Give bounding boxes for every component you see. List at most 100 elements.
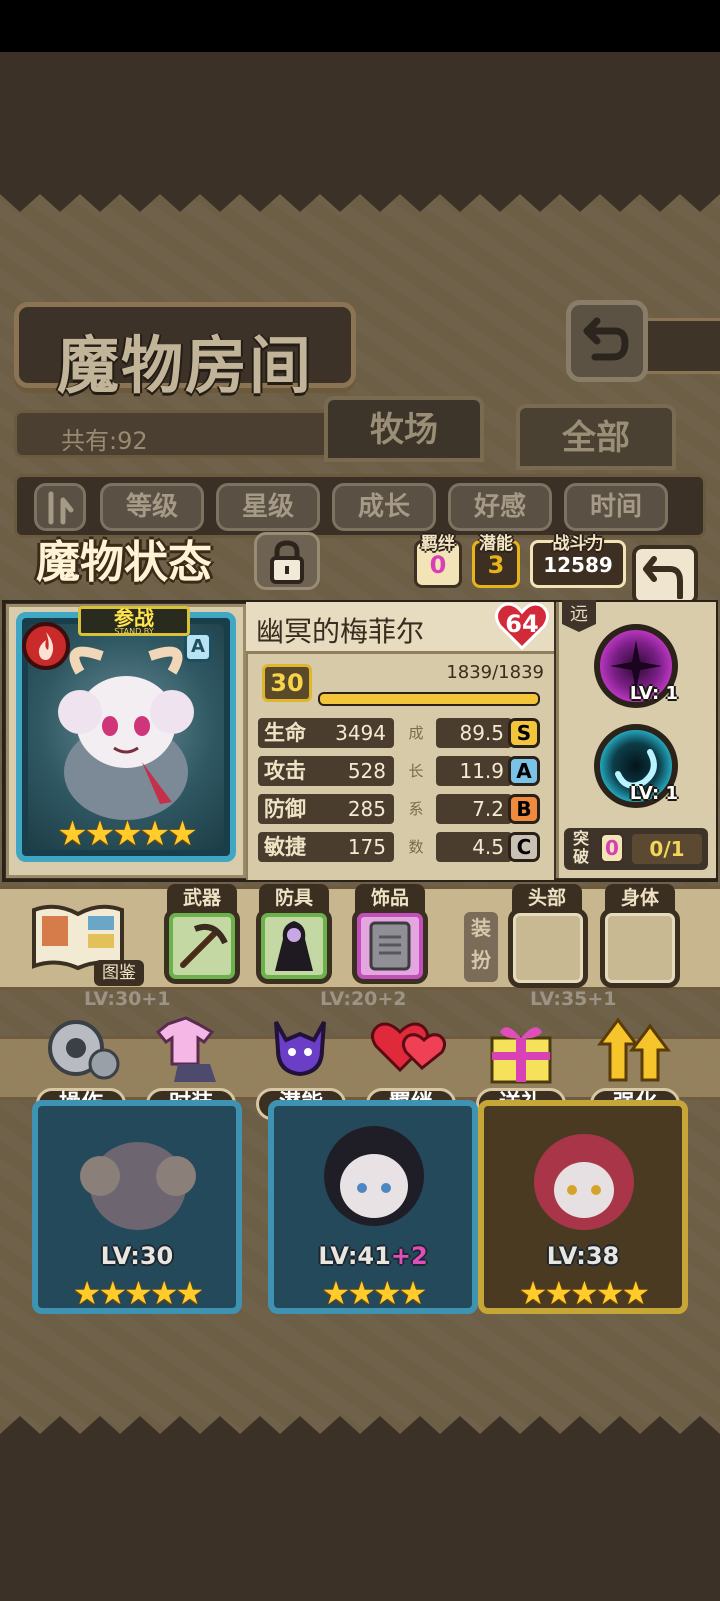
monster-card-2-stars: ★★★★ — [321, 1274, 428, 1312]
potential-chip: 潜能 3 — [472, 534, 520, 588]
sort-star-button[interactable]: 星级 — [216, 483, 320, 531]
room-back-button[interactable] — [566, 300, 648, 382]
growth-def-value: 7.2 — [436, 794, 512, 824]
back-button-rail — [640, 318, 720, 374]
monster-list-card-1[interactable]: LV:30 ★★★★★ — [32, 1100, 242, 1314]
monster-name: 幽冥的梅菲尔 — [256, 615, 425, 648]
exp-bar — [318, 692, 540, 706]
monster-card-3-portrait — [534, 1134, 634, 1230]
stat-def-value: 285 — [318, 794, 394, 824]
monster-card-1-stars: ★★★★★ — [72, 1274, 204, 1312]
stat-hp-value: 3494 — [318, 718, 394, 748]
peek-level-2: LV:20+2 — [320, 988, 407, 1010]
sort-affection-label: 好感 — [473, 492, 526, 522]
monster-card-3-stars: ★★★★★ — [518, 1274, 650, 1312]
tab-all[interactable]: 全部 — [516, 404, 676, 470]
growth-atk-value: 11.9 — [436, 756, 512, 786]
potential-chip-label: 潜能 — [479, 534, 513, 554]
tab-pasture[interactable]: 牧场 — [324, 396, 484, 462]
weapon-slot[interactable] — [164, 908, 240, 984]
body-slot[interactable] — [600, 908, 680, 988]
monster-count-bar: 共有:92 — [14, 410, 334, 458]
pickaxe-icon — [180, 923, 228, 968]
cloak-icon — [275, 921, 313, 971]
fire-icon — [38, 632, 54, 660]
sort-time-button[interactable]: 时间 — [564, 483, 668, 531]
bottom-zigzag-border — [0, 1416, 720, 1442]
lock-button[interactable] — [254, 532, 320, 590]
rank-badge: A — [184, 632, 212, 662]
accessory-slot[interactable] — [352, 908, 428, 984]
monster-count: 共有:92 — [61, 427, 148, 455]
monster-book-label: 图鉴 — [94, 960, 144, 986]
grade-agi: C — [508, 832, 540, 862]
monster-card-2-plus: +2 — [390, 1242, 428, 1270]
monster-card-2-portrait — [324, 1126, 424, 1226]
element-badge — [22, 622, 70, 670]
growth-hp-value: 89.5 — [436, 718, 512, 748]
sort-time-label: 时间 — [589, 492, 642, 522]
standby-banner: 参战 STAND BY — [78, 606, 190, 636]
stat-agi-label: 敏捷 — [258, 832, 324, 862]
head-slot[interactable] — [508, 908, 588, 988]
grade-def: B — [508, 794, 540, 824]
sort-order-icon — [48, 491, 74, 525]
status-back-button[interactable] — [632, 545, 698, 605]
hearts-icon — [371, 1022, 447, 1073]
affection-value: 64 — [505, 610, 539, 638]
status-title: 魔物状态 — [36, 537, 212, 588]
demon-icon — [274, 1021, 326, 1077]
breakthrough-progress: 0/1 — [632, 834, 702, 864]
skill-2-button[interactable]: LV: 1 — [594, 724, 678, 808]
monster-list-card-3[interactable]: LV:38 ★★★★★ — [478, 1100, 688, 1314]
tab-pasture-label: 牧场 — [370, 410, 438, 450]
level-value: 30 — [270, 669, 304, 697]
monster-card-1-level: LV:30 — [100, 1242, 174, 1270]
tablet-icon — [369, 921, 411, 971]
growth-caption-1: 成 — [408, 724, 424, 742]
skill-1-level: LV: 1 — [629, 683, 678, 704]
grade-atk: A — [508, 756, 540, 786]
gear-icon — [48, 1020, 120, 1080]
sort-affection-button[interactable]: 好感 — [448, 483, 552, 531]
standby-sub-label: STAND BY — [114, 627, 154, 636]
tab-all-label: 全部 — [562, 418, 630, 458]
growth-caption-2: 长 — [408, 762, 424, 780]
monster-list-card-2[interactable]: LV:41+2 ★★★★ — [268, 1100, 478, 1314]
growth-agi-value: 4.5 — [436, 832, 512, 862]
sort-order-button[interactable] — [34, 483, 86, 531]
game-screen: 魔物房间 共有:92 牧场 全部 等级 星级 成长 好感 时间 魔物状态 羁绊 … — [0, 0, 720, 1601]
stat-def-label: 防御 — [258, 794, 324, 824]
growth-caption-3: 系 — [408, 800, 424, 818]
breakthrough-label: 突破 — [572, 829, 589, 866]
monster-card-2-level-row: LV:41+2 — [274, 1242, 472, 1270]
double-arrow-up-icon — [597, 1017, 671, 1082]
power-chip-label: 战斗力 — [552, 534, 604, 554]
monster-card-2-level: LV:41 — [318, 1242, 391, 1270]
growth-caption-4: 数 — [408, 838, 424, 856]
stat-hp-label: 生命 — [258, 718, 324, 748]
power-chip: 战斗力 12589 — [530, 534, 626, 588]
standby-label: 参战 — [114, 606, 154, 630]
bond-chip-label: 羁绊 — [421, 534, 455, 554]
skill-1-button[interactable]: LV: 1 — [594, 624, 678, 708]
bottom-dark-band — [0, 1440, 720, 1601]
level-badge: 30 — [262, 664, 312, 702]
top-dark-band — [0, 52, 720, 188]
sort-level-button[interactable]: 等级 — [100, 483, 204, 531]
skill-2-level: LV: 1 — [629, 783, 678, 804]
stat-agi-value: 175 — [318, 832, 394, 862]
monster-card-1-portrait — [80, 1142, 196, 1230]
sort-star-label: 星级 — [241, 492, 294, 522]
costume-icon — [155, 1016, 216, 1082]
return-arrow-icon — [643, 556, 683, 599]
return-arrow-icon — [583, 317, 629, 361]
dress-up-label: 装扮 — [464, 912, 498, 982]
affection-badge: 64 — [494, 600, 550, 652]
armor-slot[interactable] — [256, 908, 332, 984]
sort-growth-button[interactable]: 成长 — [332, 483, 436, 531]
peek-level-3: LV:35+1 — [530, 988, 617, 1010]
peek-level-1: LV:30+1 — [84, 988, 171, 1010]
grade-hp: S — [508, 718, 540, 748]
monster-card-3-level: LV:38 — [546, 1242, 620, 1270]
